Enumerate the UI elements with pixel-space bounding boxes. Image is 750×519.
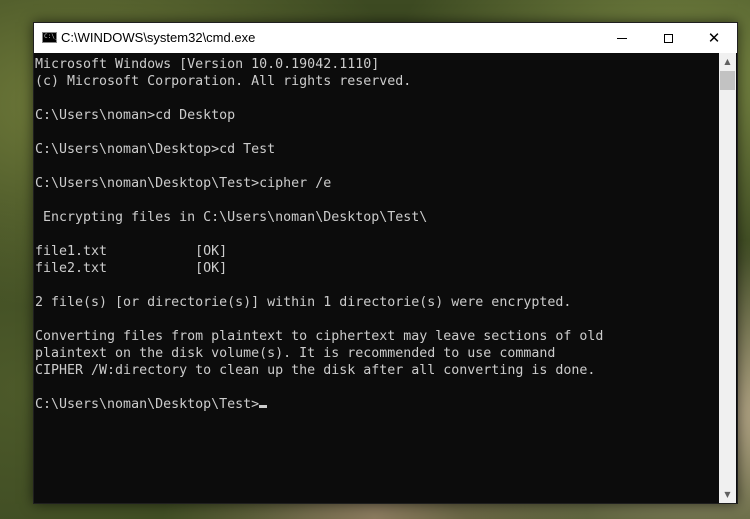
arrow-up-icon: ▲	[724, 57, 731, 66]
title-bar[interactable]: C:\_ C:\WINDOWS\system32\cmd.exe ✕	[34, 23, 737, 53]
console-line: plaintext on the disk volume(s). It is r…	[35, 346, 556, 361]
scroll-up-button[interactable]: ▲	[719, 53, 736, 70]
cmd-app-icon[interactable]: C:\_	[42, 32, 59, 43]
text-cursor	[259, 405, 268, 408]
scroll-thumb[interactable]	[720, 71, 735, 90]
console-line: C:\Users\noman>cd Desktop	[35, 108, 236, 123]
minimize-button[interactable]	[599, 23, 645, 53]
cmd-window[interactable]: C:\_ C:\WINDOWS\system32\cmd.exe ✕ Micro…	[33, 22, 738, 504]
close-icon: ✕	[707, 28, 721, 47]
cmd-icon-glyph: C:\_	[44, 33, 59, 40]
console-line: C:\Users\noman\Desktop\Test>cipher /e	[35, 176, 332, 191]
console-line: (c) Microsoft Corporation. All rights re…	[35, 74, 412, 89]
console-line: C:\Users\noman\Desktop>cd Test	[35, 142, 276, 157]
maximize-button[interactable]	[645, 23, 691, 53]
console-line: Converting files from plaintext to ciphe…	[35, 329, 604, 344]
console-line: Microsoft Windows [Version 10.0.19042.11…	[35, 57, 380, 72]
command-prompt: C:\Users\noman\Desktop\Test>	[35, 397, 260, 412]
console-line: file1.txt [OK]	[35, 244, 228, 259]
arrow-down-icon: ▼	[724, 490, 731, 499]
console-line: Encrypting files in C:\Users\noman\Deskt…	[35, 210, 428, 225]
console-text: Microsoft Windows [Version 10.0.19042.11…	[34, 53, 719, 413]
vertical-scrollbar[interactable]: ▲ ▼	[719, 53, 736, 503]
console-line: file2.txt [OK]	[35, 261, 228, 276]
close-button[interactable]: ✕	[691, 23, 737, 53]
minimize-icon	[617, 37, 627, 39]
scroll-down-button[interactable]: ▼	[719, 486, 736, 503]
maximize-icon	[663, 33, 673, 43]
console-line: CIPHER /W:directory to clean up the disk…	[35, 363, 596, 378]
console-output[interactable]: Microsoft Windows [Version 10.0.19042.11…	[34, 53, 719, 503]
console-line: 2 file(s) [or directorie(s)] within 1 di…	[35, 295, 572, 310]
window-title: C:\WINDOWS\system32\cmd.exe	[61, 30, 256, 45]
